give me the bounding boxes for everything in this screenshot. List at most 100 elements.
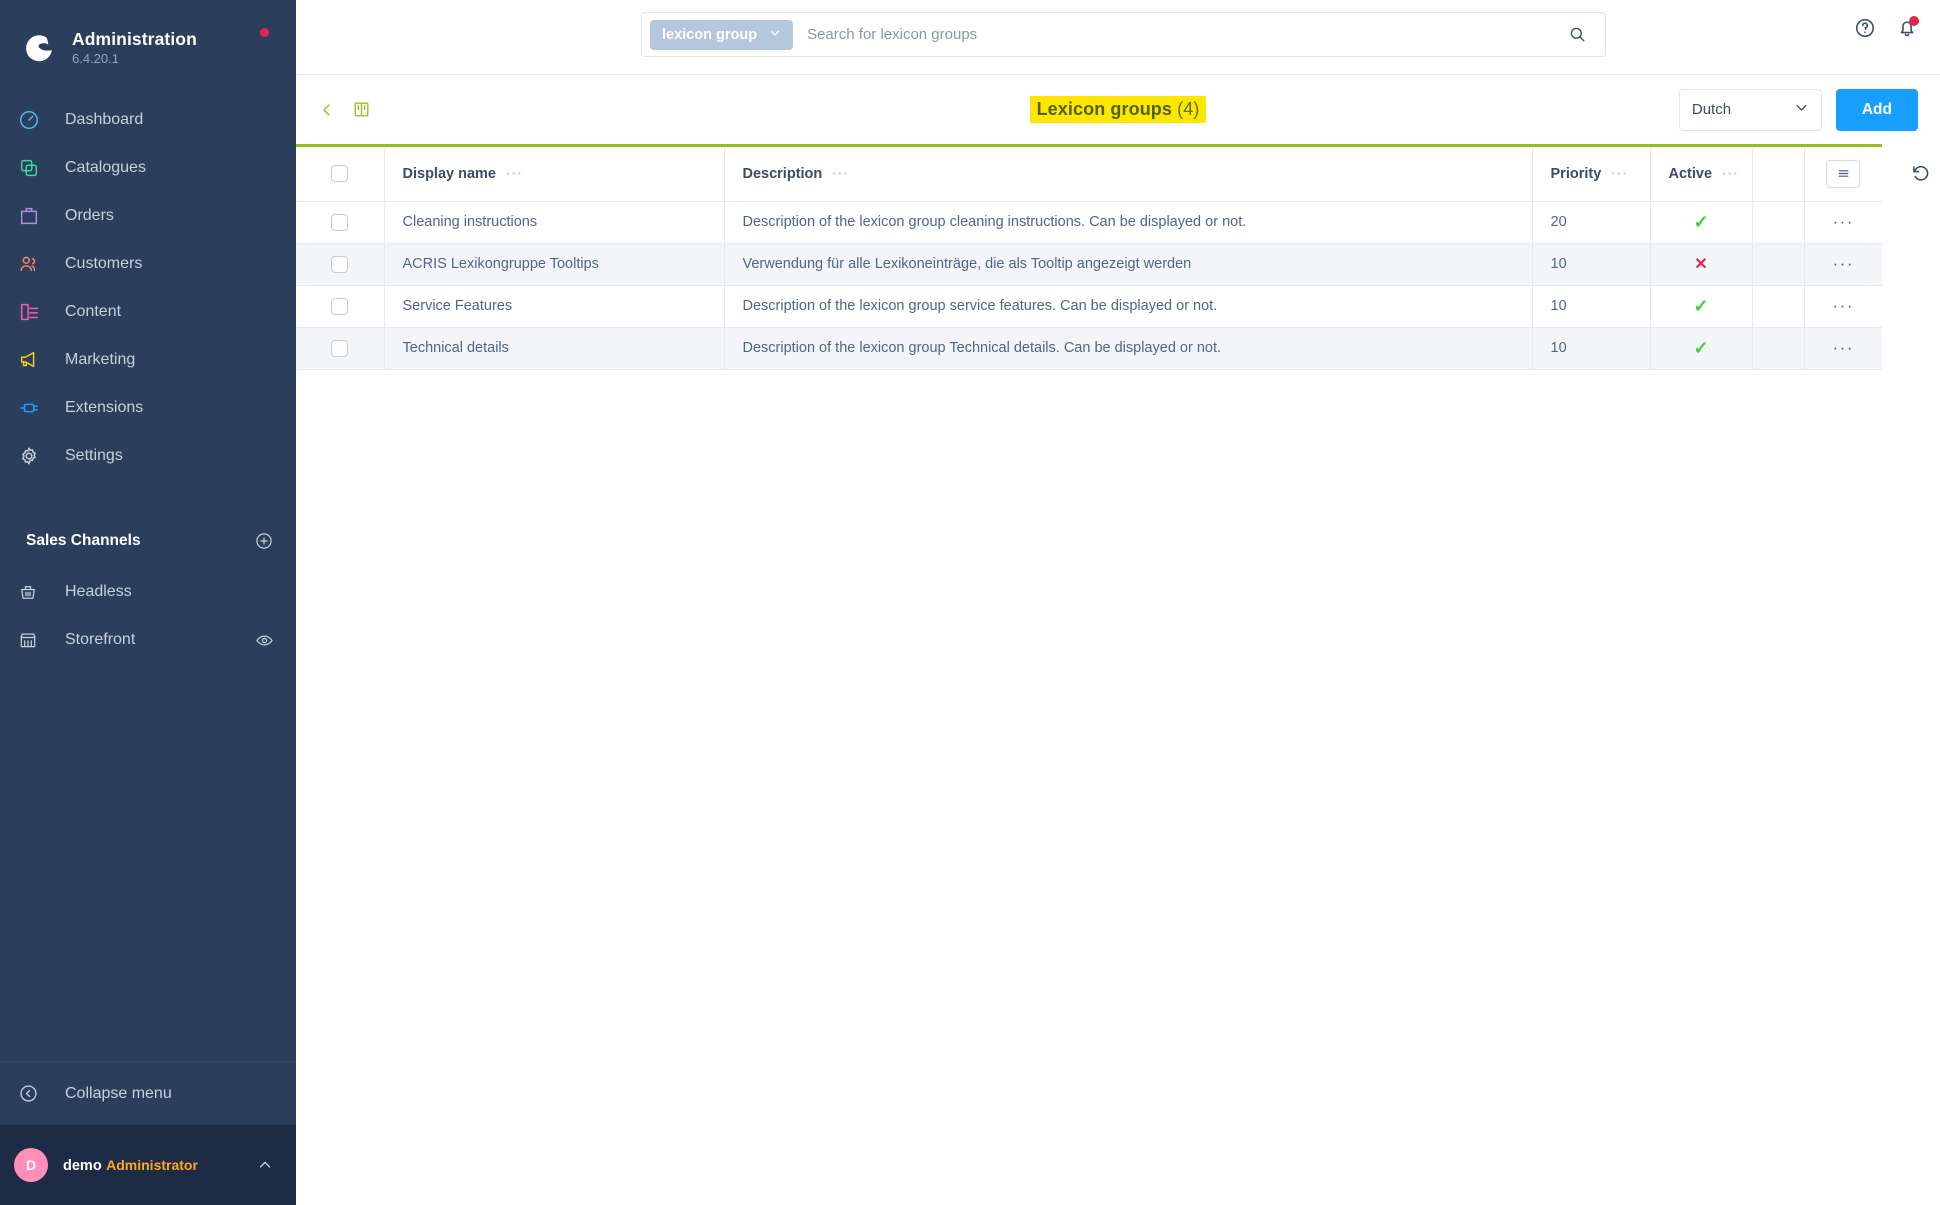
cell-active: ✕ (1650, 243, 1753, 286)
search-scope-label: lexicon group (662, 26, 758, 43)
sidebar-item-extensions[interactable]: Extensions (0, 384, 296, 432)
row-context-menu-icon[interactable]: ··· (1833, 212, 1854, 231)
cell-display-name: Cleaning instructions (384, 201, 725, 244)
table-row[interactable]: Service Features Description of the lexi… (296, 285, 1882, 328)
preview-storefront-eye-icon[interactable] (255, 631, 274, 650)
sidebar-item-label: Headless (65, 583, 132, 600)
refresh-icon[interactable] (1910, 162, 1932, 184)
page-header-actions: Dutch Add (1678, 88, 1918, 131)
global-search-bar: lexicon group (641, 12, 1606, 57)
table-row[interactable]: Cleaning instructions Description of the… (296, 201, 1882, 244)
sidebar-item-orders[interactable]: Orders (0, 192, 296, 240)
page-title-text: Lexicon groups (1036, 99, 1172, 119)
row-checkbox[interactable] (331, 213, 349, 231)
basket-icon (18, 582, 54, 602)
collapse-chevron-icon (18, 1083, 54, 1104)
column-header-description[interactable]: Description ··· (724, 147, 1533, 202)
column-header-display-name[interactable]: Display name ··· (384, 147, 725, 202)
chevron-up-icon[interactable] (256, 1156, 274, 1174)
table-row[interactable]: Technical details Description of the lex… (296, 327, 1882, 370)
sidebar-item-customers[interactable]: Customers (0, 240, 296, 288)
column-header-blank (1752, 147, 1805, 202)
row-context-menu-icon[interactable]: ··· (1833, 338, 1854, 357)
column-menu-icon[interactable]: ··· (506, 165, 523, 181)
user-info: demo Administrator (63, 1156, 256, 1175)
row-checkbox[interactable] (331, 339, 349, 357)
sidebar-item-label: Content (65, 303, 122, 320)
page-title: Lexicon groups (4) (1029, 96, 1207, 123)
collapse-menu-button[interactable]: Collapse menu (0, 1061, 296, 1125)
sidebar-item-dashboard[interactable]: Dashboard (0, 96, 296, 144)
main-area: lexicon group Search for lexicon groups … (296, 0, 1940, 1205)
table-settings-icon[interactable] (1826, 159, 1861, 188)
cell-priority: 10 (1532, 285, 1651, 328)
cell-priority: 10 (1532, 243, 1651, 286)
notifications-bell-icon[interactable] (1896, 16, 1919, 39)
sidebar-item-content[interactable]: Content (0, 288, 296, 336)
lexicon-book-icon[interactable] (352, 100, 371, 119)
sales-channels-title: Sales Channels (26, 532, 141, 549)
brand-header[interactable]: Administration 6.4.20.1 (0, 0, 296, 74)
column-header-active[interactable]: Active ··· (1650, 147, 1753, 202)
column-label: Priority (1550, 166, 1602, 183)
column-label: Description (742, 166, 823, 183)
cell-description: Description of the lexicon group cleanin… (724, 201, 1533, 244)
column-label: Display name (402, 166, 497, 183)
row-checkbox[interactable] (331, 255, 349, 273)
column-menu-icon[interactable]: ··· (832, 165, 849, 181)
column-menu-icon[interactable]: ··· (1611, 165, 1628, 181)
sidebar-item-marketing[interactable]: Marketing (0, 336, 296, 384)
cell-description: Description of the lexicon group Technic… (724, 327, 1533, 370)
notification-badge-dot (1909, 16, 1919, 26)
sales-channels-section-header: Sales Channels (0, 524, 296, 558)
language-select[interactable]: Dutch (1678, 88, 1822, 131)
add-sales-channel-icon[interactable] (254, 531, 274, 551)
cell-blank (1752, 285, 1805, 328)
sidebar-item-label: Extensions (65, 399, 144, 416)
collapse-menu-label: Collapse menu (65, 1084, 172, 1102)
brand-title: Administration (72, 28, 197, 49)
search-input[interactable] (807, 26, 1568, 43)
sidebar-item-storefront[interactable]: Storefront (0, 616, 296, 664)
sidebar-nav: Dashboard Catalogues Orders Customers Co… (0, 96, 296, 480)
active-yes-icon: ✓ (1693, 211, 1709, 232)
chevron-down-icon (1794, 100, 1809, 119)
topbar: lexicon group (296, 0, 1940, 74)
cell-active: ✓ (1650, 201, 1753, 244)
user-role: Administrator (106, 1156, 198, 1173)
page-title-count: (4) (1177, 99, 1200, 119)
help-icon[interactable] (1854, 17, 1876, 39)
cell-actions: ··· (1804, 285, 1882, 328)
select-all-checkbox[interactable] (331, 165, 349, 183)
sidebar-item-headless[interactable]: Headless (0, 568, 296, 616)
column-settings-header (1804, 147, 1882, 202)
cell-priority: 20 (1532, 201, 1651, 244)
add-button[interactable]: Add (1835, 88, 1918, 131)
customers-icon (18, 253, 54, 275)
search-scope-chip[interactable]: lexicon group (650, 19, 794, 50)
active-yes-icon: ✓ (1693, 295, 1709, 316)
cell-display-name: ACRIS Lexikongruppe Tooltips (384, 243, 725, 286)
back-chevron-icon[interactable] (318, 101, 336, 119)
search-icon[interactable] (1568, 25, 1605, 44)
cell-blank (1752, 327, 1805, 370)
sidebar-item-settings[interactable]: Settings (0, 432, 296, 480)
column-header-priority[interactable]: Priority ··· (1532, 147, 1651, 202)
column-menu-icon[interactable]: ··· (1722, 165, 1739, 181)
update-indicator-dot (260, 28, 269, 37)
app-root: Administration 6.4.20.1 Dashboard Catalo… (0, 0, 1940, 1205)
cell-description: Verwendung für alle Lexikoneinträge, die… (724, 243, 1533, 286)
table-row[interactable]: ACRIS Lexikongruppe Tooltips Verwendung … (296, 243, 1882, 286)
sidebar-item-label: Catalogues (65, 159, 146, 176)
row-context-menu-icon[interactable]: ··· (1833, 254, 1854, 273)
select-all-header (296, 147, 385, 202)
sidebar-item-catalogues[interactable]: Catalogues (0, 144, 296, 192)
row-checkbox[interactable] (331, 297, 349, 315)
user-menu[interactable]: D demo Administrator (0, 1125, 296, 1205)
sidebar-item-label: Storefront (65, 631, 136, 648)
catalogues-icon (18, 157, 54, 179)
cell-display-name: Service Features (384, 285, 725, 328)
row-context-menu-icon[interactable]: ··· (1833, 296, 1854, 315)
content-area: Display name ··· Description ··· Priority ·… (296, 144, 1940, 1205)
